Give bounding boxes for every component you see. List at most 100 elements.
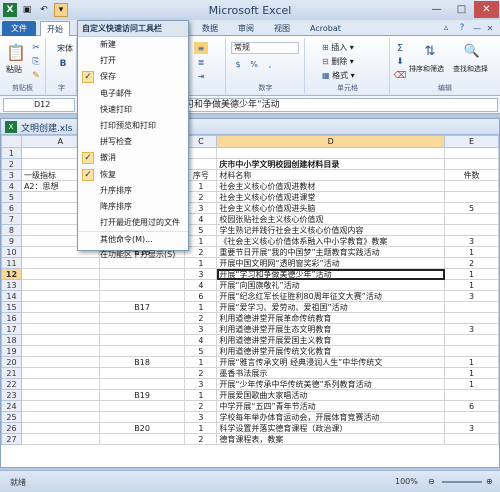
menu-item[interactable]: 打开最近使用过的文件 xyxy=(78,215,188,231)
cell-a[interactable] xyxy=(20,400,100,412)
cell-c[interactable]: 序号 xyxy=(184,169,218,181)
row-header[interactable]: 22 xyxy=(1,378,22,390)
cell-e[interactable] xyxy=(444,213,499,225)
currency-icon[interactable]: $ xyxy=(231,58,245,70)
cell-b[interactable] xyxy=(98,400,186,412)
cell-b[interactable]: B19 xyxy=(98,389,186,401)
close-button[interactable]: ✕ xyxy=(474,1,499,18)
ribbon-minimize-icon[interactable]: ▵ xyxy=(440,22,452,34)
cell-a[interactable] xyxy=(20,422,100,434)
cell-c[interactable]: 2 xyxy=(184,433,218,445)
copy-icon[interactable]: ⎘ xyxy=(30,56,42,68)
sort-filter-label[interactable]: 排序和筛选 xyxy=(409,64,444,74)
row-header[interactable]: 19 xyxy=(1,345,22,357)
cell-d[interactable]: 学生熟记并践行社会主义核心价值观内容 xyxy=(216,224,446,236)
cell-e[interactable] xyxy=(444,224,499,236)
cell-a[interactable] xyxy=(20,345,100,357)
row-header[interactable]: 12 xyxy=(1,268,22,280)
cell-e[interactable]: 5 xyxy=(444,202,499,214)
menu-item[interactable]: 新建 xyxy=(78,37,188,53)
format-painter-icon[interactable]: ✎ xyxy=(30,70,42,82)
cell-e[interactable]: 3 xyxy=(444,422,499,434)
cell-c[interactable]: 2 xyxy=(184,246,218,258)
cell-c[interactable]: 5 xyxy=(184,345,218,357)
cell-b[interactable]: B18 xyxy=(98,356,186,368)
row-header[interactable]: 21 xyxy=(1,367,22,379)
row-header[interactable]: 11 xyxy=(1,257,22,269)
row-header[interactable]: 4 xyxy=(1,180,22,192)
row-header[interactable]: 23 xyxy=(1,389,22,401)
row-header[interactable]: 17 xyxy=(1,323,22,335)
cell-e[interactable]: 件数 xyxy=(444,169,499,181)
cell-e[interactable]: 1 xyxy=(444,279,499,291)
cell-e[interactable] xyxy=(444,147,499,159)
tab-home[interactable]: 开始 xyxy=(40,21,70,36)
row-header[interactable]: 15 xyxy=(1,301,22,313)
cell-b[interactable]: B20 xyxy=(98,422,186,434)
menu-item[interactable]: 在功能区下方显示(S) xyxy=(78,247,188,263)
delete-button[interactable]: ⊟ 删除 ▾ xyxy=(322,56,354,67)
menu-item[interactable]: 快速打印 xyxy=(78,102,188,118)
cell-d[interactable]: 利用道德讲堂开展爱国主义教育 xyxy=(216,334,446,346)
menu-item[interactable]: 拼写检查 xyxy=(78,134,188,150)
cell-c[interactable]: 1 xyxy=(184,257,218,269)
cell-e[interactable]: 6 xyxy=(444,400,499,412)
zoom-slider[interactable] xyxy=(442,481,482,483)
cell-d[interactable]: 社会主义核心价值观进教材 xyxy=(216,180,446,192)
cell-c[interactable]: 5 xyxy=(184,224,218,236)
help-icon[interactable]: ? xyxy=(456,22,468,34)
cell-d[interactable]: 社会主义核心价值观进课堂 xyxy=(216,191,446,203)
menu-item[interactable]: 其他命令(M)... xyxy=(78,231,188,247)
cell-c[interactable]: 1 xyxy=(184,389,218,401)
menu-item[interactable]: 电子邮件 xyxy=(78,86,188,102)
insert-button[interactable]: ⊞ 插入 ▾ xyxy=(322,42,354,53)
cell-e[interactable] xyxy=(444,301,499,313)
row-header[interactable]: 24 xyxy=(1,400,22,412)
cell-d[interactable]: 开展“爱学习、爱劳动、爱祖国”活动 xyxy=(216,301,446,313)
cell-d[interactable]: 利用道德讲堂开展革命传统教育 xyxy=(216,312,446,324)
cell-d[interactable]: 中学开展“五四”青年节活动 xyxy=(216,400,446,412)
cell-d[interactable]: 开展“雅言传承文明 经典浸润人生”中华传统文 xyxy=(216,356,446,368)
format-button[interactable]: ▦ 格式 ▾ xyxy=(322,70,355,81)
cell-d[interactable]: 德育课程表，教案 xyxy=(216,433,446,445)
cell-c[interactable]: 3 xyxy=(184,202,218,214)
autosum-icon[interactable]: Σ xyxy=(393,42,407,54)
cell-b[interactable] xyxy=(98,334,186,346)
cell-c[interactable] xyxy=(184,158,218,170)
cell-a[interactable] xyxy=(20,389,100,401)
cell-e[interactable] xyxy=(444,158,499,170)
col-header[interactable]: D xyxy=(216,135,446,148)
sort-filter-icon[interactable]: ⇅ xyxy=(421,42,439,60)
menu-item[interactable]: ✓ 恢复 xyxy=(78,167,188,183)
cell-d[interactable]: 开展“少年传承中华传统美德”系列教育活动 xyxy=(216,378,446,390)
cell-e[interactable]: 3 xyxy=(444,323,499,335)
find-select-icon[interactable]: 🔍 xyxy=(463,42,481,60)
cell-e[interactable] xyxy=(444,345,499,357)
cell-c[interactable]: 2 xyxy=(184,400,218,412)
cell-d[interactable]: 科学设置并落实德育课程（政治课） xyxy=(216,422,446,434)
cell-d[interactable]: 校园张贴社会主义核心价值观 xyxy=(216,213,446,225)
cell-a[interactable] xyxy=(20,323,100,335)
bold-icon[interactable]: B xyxy=(57,58,69,70)
row-header[interactable]: 5 xyxy=(1,191,22,203)
find-select-label[interactable]: 查找和选择 xyxy=(453,64,488,74)
cell-a[interactable] xyxy=(20,301,100,313)
zoom-level[interactable]: 100% xyxy=(395,477,418,486)
percent-icon[interactable]: % xyxy=(247,58,261,70)
cell-d[interactable]: 墨香书法展示 xyxy=(216,367,446,379)
cell-d[interactable]: 开展爱国歌曲大家唱活动 xyxy=(216,389,446,401)
cell-c[interactable]: 1 xyxy=(184,235,218,247)
comma-icon[interactable]: , xyxy=(263,58,277,70)
cell-e[interactable]: 1 xyxy=(444,367,499,379)
cell-a[interactable] xyxy=(20,290,100,302)
cell-c[interactable]: 4 xyxy=(184,334,218,346)
cell-a[interactable] xyxy=(20,378,100,390)
sheet-table[interactable]: A B C D E 12庆市中小学文明校园创建材料目录3一级指标序号材料名称件数… xyxy=(1,135,499,445)
zoom-out-icon[interactable]: ⊖ xyxy=(428,477,435,486)
cell-b[interactable] xyxy=(98,290,186,302)
cell-c[interactable]: 4 xyxy=(184,213,218,225)
cell-a[interactable] xyxy=(20,279,100,291)
row-header[interactable]: 18 xyxy=(1,334,22,346)
cell-c[interactable]: 1 xyxy=(184,180,218,192)
cell-d[interactable]: 《社会主义核心价值体系融入中小学教育》教案 xyxy=(216,235,446,247)
